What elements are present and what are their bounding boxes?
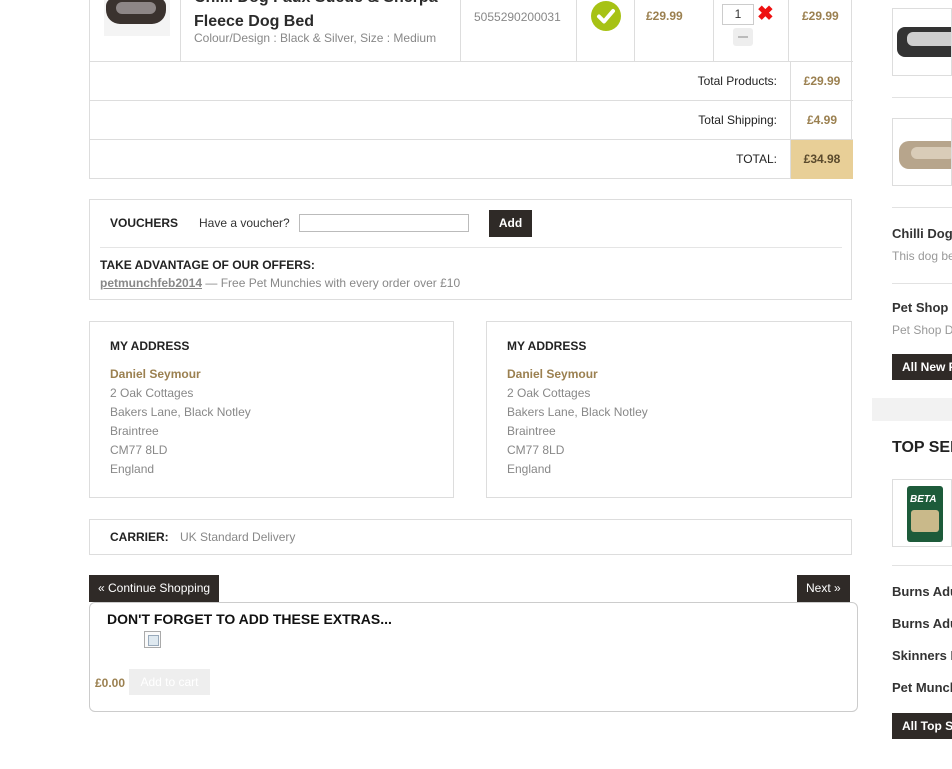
total-products-value: £29.99: [790, 62, 853, 100]
address-line: England: [507, 462, 552, 476]
right-sidebar: Chilli Dog This dog be Pet Shop I Pet Sh…: [872, 0, 952, 769]
sidebar-product-title[interactable]: Chilli Dog: [892, 226, 952, 241]
total-products-label: Total Products:: [697, 74, 777, 88]
voucher-add-button[interactable]: Add: [489, 210, 532, 237]
all-new-products-button[interactable]: All New P: [892, 354, 952, 380]
all-top-sellers-button[interactable]: All Top Se: [892, 713, 952, 739]
product-attributes: Colour/Design : Black & Silver, Size : M…: [194, 31, 437, 45]
voucher-divider: [100, 247, 842, 248]
top-seller-thumbnail[interactable]: [892, 479, 952, 547]
delete-icon[interactable]: ✖: [757, 3, 774, 25]
top-seller-link[interactable]: Pet Munch: [892, 680, 952, 695]
offer-line: petmunchfeb2014 — Free Pet Munchies with…: [100, 276, 460, 290]
quantity-input[interactable]: 1: [722, 4, 754, 25]
grand-total-value: £34.98: [790, 140, 853, 179]
total-products-row: Total Products: £29.99: [90, 62, 853, 101]
address-name: Daniel Seymour: [507, 367, 598, 381]
new-products-panel: Chilli Dog This dog be Pet Shop I Pet Sh…: [872, 0, 952, 398]
address-line: CM77 8LD: [110, 443, 168, 457]
address-line: 2 Oak Cottages: [110, 386, 194, 400]
sidebar-divider: [892, 207, 952, 208]
product-name-line1[interactable]: Chilli Dog Faux Suede & Sherpa: [194, 0, 454, 10]
sidebar-divider: [892, 283, 952, 284]
sidebar-product-description: This dog be: [892, 249, 952, 263]
offer-code-link[interactable]: petmunchfeb2014: [100, 276, 202, 290]
sidebar-product-description: Pet Shop D: [892, 323, 952, 337]
top-seller-link[interactable]: Burns Adu: [892, 584, 952, 599]
top-seller-link[interactable]: Burns Adu: [892, 616, 952, 631]
voucher-prompt: Have a voucher?: [199, 216, 290, 230]
broken-image-icon[interactable]: [144, 631, 161, 648]
cart-product-row: Chilli Dog Faux Suede & Sherpa Fleece Do…: [90, 0, 853, 62]
unit-price: £29.99: [646, 9, 683, 23]
product-name[interactable]: Chilli Dog Faux Suede & Sherpa Fleece Do…: [194, 0, 454, 34]
top-sellers-heading: TOP SEL: [892, 439, 952, 456]
voucher-code-input[interactable]: [299, 214, 469, 232]
offer-description: — Free Pet Munchies with every order ove…: [202, 276, 461, 290]
sidebar-product-title[interactable]: Pet Shop I: [892, 300, 952, 315]
line-total-price: £29.99: [802, 9, 839, 23]
total-shipping-value: £4.99: [790, 101, 853, 139]
top-seller-link[interactable]: Skinners F: [892, 648, 952, 663]
sidebar-product-thumbnail[interactable]: [892, 8, 952, 76]
sidebar-product-thumbnail[interactable]: [892, 118, 952, 186]
address-name: Daniel Seymour: [110, 367, 201, 381]
sidebar-divider: [892, 97, 952, 98]
top-sellers-panel: TOP SEL Burns Adu Burns Adu Skinners F P…: [872, 421, 952, 769]
invoice-address-panel: MY ADDRESS Daniel Seymour 2 Oak Cottages…: [486, 321, 852, 498]
total-shipping-label: Total Shipping:: [698, 113, 777, 127]
address-line: Bakers Lane, Black Notley: [507, 405, 648, 419]
address-line: England: [110, 462, 155, 476]
address-title: MY ADDRESS: [507, 339, 587, 353]
address-line: 2 Oak Cottages: [507, 386, 591, 400]
delivery-address-panel: MY ADDRESS Daniel Seymour 2 Oak Cottages…: [89, 321, 454, 498]
carrier-panel: CARRIER: UK Standard Delivery: [89, 519, 852, 555]
grand-total-row: TOTAL: £34.98: [90, 140, 853, 179]
total-shipping-row: Total Shipping: £4.99: [90, 101, 853, 140]
extras-title: DON'T FORGET TO ADD THESE EXTRAS...: [107, 611, 392, 627]
extra-price: £0.00: [95, 676, 126, 690]
voucher-title: VOUCHERS: [110, 216, 179, 230]
next-step-button[interactable]: Next »: [797, 575, 850, 602]
extras-panel: DON'T FORGET TO ADD THESE EXTRAS... £0.0…: [89, 602, 858, 712]
product-thumbnail[interactable]: [104, 0, 170, 36]
carrier-value: UK Standard Delivery: [180, 530, 296, 544]
product-image-cell: [90, 0, 181, 62]
voucher-panel: VOUCHERS Have a voucher? Add TAKE ADVANT…: [89, 199, 852, 300]
quantity-decrease-button[interactable]: [733, 28, 753, 46]
cart-table: Chilli Dog Faux Suede & Sherpa Fleece Do…: [89, 0, 853, 179]
check-icon: [591, 1, 621, 31]
address-line: Braintree: [110, 424, 159, 438]
address-line: Braintree: [507, 424, 556, 438]
grand-total-label: TOTAL:: [736, 152, 777, 166]
address-line: Bakers Lane, Black Notley: [110, 405, 251, 419]
sidebar-divider: [892, 565, 952, 566]
add-to-cart-button[interactable]: Add to cart: [129, 669, 210, 695]
carrier-label: CARRIER:: [110, 530, 169, 544]
product-reference: 5055290200031: [474, 10, 561, 24]
offers-title: TAKE ADVANTAGE OF OUR OFFERS:: [100, 258, 315, 272]
continue-shopping-button[interactable]: « Continue Shopping: [89, 575, 220, 602]
address-line: CM77 8LD: [507, 443, 565, 457]
address-title: MY ADDRESS: [110, 339, 190, 353]
